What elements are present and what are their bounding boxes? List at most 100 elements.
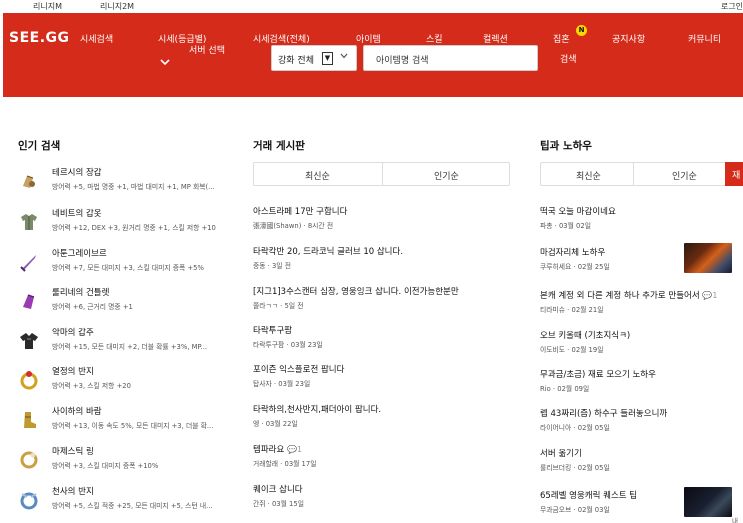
post-title: 포이즌 익스플로전 팝니다	[253, 365, 345, 375]
item-desc: 방어력 +5, 마법 명중 +1, 마법 대미지 +1, MP 회복(...	[52, 183, 215, 191]
item-desc: 방어력 +3, 스킬 저항 +20	[52, 382, 131, 390]
item-desc: 방어력 +13, 이동 속도 5%, 모든 대미지 +3, 더블 확...	[52, 422, 214, 430]
enhance-select[interactable]: 강화 전체 ▼	[271, 45, 357, 71]
list-item[interactable]: 아스트라페 17만 구합니다 張濠國(Shawn) · 8시간 전	[253, 205, 508, 243]
item-name: 천사의 반지	[52, 487, 94, 497]
comment-icon: 💬	[702, 291, 713, 300]
post-meta: 張濠國(Shawn) · 8시간 전	[253, 222, 334, 230]
list-item[interactable]: 떡국 오늘 마감이네요 파총 · 03월 02일	[540, 205, 730, 243]
list-item[interactable]: 마제스틱 링 방어력 +3, 스킬 대미지 증폭 +10%	[18, 445, 240, 481]
post-title: 오브 키올때 (기초지식ㅋ)	[540, 331, 631, 341]
post-meta: 중동 · 3일 전	[253, 262, 291, 270]
list-item[interactable]: 오브 키올때 (기초지식ㅋ) 이도비도 · 02월 19일	[540, 329, 730, 367]
post-title: 서버 옮기기	[540, 449, 582, 459]
list-item[interactable]: 퀘이크 삽니다 간쥐 · 03월 15일	[253, 483, 508, 521]
item-name: 악마의 갑주	[52, 328, 94, 338]
item-name: 마제스틱 링	[52, 447, 94, 457]
item-search-input[interactable]: 아이템명 검색	[363, 45, 538, 71]
post-meta: 룰리브더킹 · 02월 05일	[540, 464, 610, 472]
nav-skills[interactable]: 스킬	[426, 32, 443, 45]
post-meta: 거래할래 · 03월 17일	[253, 460, 317, 468]
post-title: [지그1]3수스캔터 심장, 영웅잉크 삽니다. 이전가능한분만	[253, 287, 459, 297]
trade-board-section: 거래 게시판 최신순 인기순 아스트라페 17만 구합니다 張濠國(Shawn)…	[253, 131, 511, 523]
post-thumbnail	[684, 243, 732, 273]
list-item[interactable]: 천사의 반지 방어력 +5, 스킬 적중 +25, 모든 대미지 +5, 스턴 …	[18, 485, 240, 521]
post-meta: 엥 · 03월 22일	[253, 420, 298, 428]
select-arrow-icon: ▼	[322, 52, 333, 65]
trade-board-title: 거래 게시판	[253, 140, 305, 152]
tab-latest[interactable]: 최신순	[576, 169, 601, 182]
login-link[interactable]: 로그인	[721, 1, 743, 12]
list-item[interactable]: 서버 옮기기 룰리브더킹 · 02월 05일	[540, 447, 730, 485]
link-lineage-2m[interactable]: 리니지2M	[100, 1, 134, 12]
tab-popular[interactable]: 인기순	[672, 169, 697, 182]
server-select-label[interactable]: 서버 선택	[189, 43, 225, 56]
list-item[interactable]: 아툰그레이브르 방어력 +7, 모든 대미지 +3, 스킬 대미지 증폭 +5%	[18, 247, 240, 283]
tab-divider	[382, 163, 383, 185]
item-name: 룰리네의 건틀렛	[52, 288, 110, 298]
gauntlet-icon	[18, 290, 40, 312]
post-title: 무과금/초금) 재료 모으기 노하우	[540, 370, 656, 380]
list-item[interactable]: 마검자리체 노하우 쿠루히세요 · 02월 25일	[540, 243, 743, 284]
tips-section: 팁과 노하우 최신순 인기순 재 떡국 오늘 마감이네요 파총 · 03월 02…	[540, 131, 743, 523]
chevron-down-icon[interactable]	[160, 58, 170, 69]
nav-price-search-all[interactable]: 시세검색(전체)	[253, 32, 310, 45]
tab-more[interactable]: 재	[725, 162, 743, 186]
post-title: 렙 43짜리(즘) 하수구 들러놓으니까	[540, 409, 668, 419]
tips-tabs: 최신순 인기순 재	[540, 162, 743, 186]
item-desc: 방어력 +7, 모든 대미지 +3, 스킬 대미지 증폭 +5%	[52, 264, 204, 272]
post-title: 65레벨 영웅캐릭 퀘스트 팁	[540, 491, 638, 501]
list-item[interactable]: 타락투구팜 타락투구팜 · 03월 23일	[253, 324, 508, 362]
post-meta: 무과금오브 · 02월 03일	[540, 506, 610, 514]
list-item[interactable]: 네비트의 갑옷 방어력 +12, DEX +3, 원거리 명중 +1, 스킬 저…	[18, 207, 240, 243]
post-title: 퀘이크 삽니다	[253, 485, 303, 495]
tab-latest[interactable]: 최신순	[305, 169, 330, 182]
list-item[interactable]: 테르시의 장갑 방어력 +5, 마법 명중 +1, 마법 대미지 +1, MP …	[18, 166, 240, 202]
new-badge: N	[576, 25, 587, 36]
nav-price-search[interactable]: 시세검색	[80, 32, 113, 45]
post-title: 떡국 오늘 마감이네요	[540, 207, 616, 217]
glove-icon	[18, 170, 40, 192]
armor-icon	[18, 211, 40, 233]
nav-collection[interactable]: 컬렉션	[483, 32, 508, 45]
item-desc: 방어력 +3, 스킬 대미지 증폭 +10%	[52, 462, 159, 470]
post-meta: 쫄라ㄱㄱ · 5일 전	[253, 302, 304, 310]
tab-popular[interactable]: 인기순	[434, 169, 459, 182]
list-item[interactable]: [지그1]3수스캔터 심장, 영웅잉크 삽니다. 이전가능한분만 쫄라ㄱㄱ · …	[253, 285, 508, 323]
list-item[interactable]: 무과금/초금) 재료 모으기 노하우 Rio · 02월 09일	[540, 368, 730, 406]
sword-icon	[18, 251, 40, 273]
post-meta: 탑사자 · 03월 23일	[253, 380, 311, 388]
list-item[interactable]: 악마의 갑주 방어력 +15, 모든 대미지 +2, 더블 확률 +3%, MP…	[18, 326, 240, 362]
post-meta: 간쥐 · 03월 15일	[253, 500, 304, 508]
nav-soul[interactable]: 집혼	[553, 32, 570, 45]
nav-notice[interactable]: 공지사항	[612, 32, 645, 45]
nav-items[interactable]: 아이템	[356, 32, 381, 45]
post-meta: 쿠루히세요 · 02월 25일	[540, 263, 610, 271]
list-item[interactable]: 룰리네의 건틀렛 방어력 +6, 근거리 명중 +1	[18, 286, 240, 322]
list-item[interactable]: 65레벨 영웅캐릭 퀘스트 팁 무과금오브 · 02월 03일	[540, 487, 743, 523]
post-title: 타락칵반 20, 드라코닉 글러브 10 삽니다.	[253, 247, 404, 257]
list-item[interactable]: 사이하의 바람 방어력 +13, 이동 속도 5%, 모든 대미지 +3, 더블…	[18, 405, 240, 441]
nav-search[interactable]: 검색	[560, 52, 577, 65]
list-item[interactable]: 템파라요 💬1 거래할래 · 03월 17일	[253, 443, 508, 481]
list-item[interactable]: 본캐 계정 외 다른 계정 하나 추가로 만들어서 💬1 티라미슈 · 02월 …	[540, 289, 743, 327]
list-item[interactable]: 타락칵반 20, 드라코닉 글러브 10 삽니다. 중동 · 3일 전	[253, 245, 508, 283]
nav-community[interactable]: 커뮤니티	[688, 32, 721, 45]
item-name: 네비트의 갑옷	[52, 209, 102, 219]
list-item[interactable]: 렙 43짜리(즘) 하수구 들러놓으니까 라이어니아 · 02월 05일	[540, 407, 730, 445]
post-title: 아스트라페 17만 구합니다	[253, 207, 348, 217]
top-bar: 리니지M 리니지2M 로그인	[0, 0, 743, 13]
link-lineage-m[interactable]: 리니지M	[33, 1, 62, 12]
post-meta: 티라미슈 · 02월 21일	[540, 306, 604, 314]
list-item[interactable]: 포이즌 익스플로전 팝니다 탑사자 · 03월 23일	[253, 363, 508, 401]
chevron-down-icon	[340, 52, 348, 61]
site-logo[interactable]: SEE.GG	[9, 30, 70, 46]
list-item[interactable]: 열정의 반지 방어력 +3, 스킬 저항 +20	[18, 365, 240, 401]
list-item[interactable]: 타락하의,천사반지,패더아이 팝니다. 엥 · 03월 22일	[253, 403, 508, 441]
comment-count: 1	[712, 291, 718, 300]
ring-icon	[18, 449, 40, 471]
post-title: 타락투구팜	[253, 326, 293, 336]
comment-count: 1	[296, 445, 303, 454]
item-desc: 방어력 +5, 스킬 적중 +25, 모든 대미지 +5, 스턴 내...	[52, 502, 213, 510]
post-meta: Rio · 02월 09일	[540, 385, 590, 393]
